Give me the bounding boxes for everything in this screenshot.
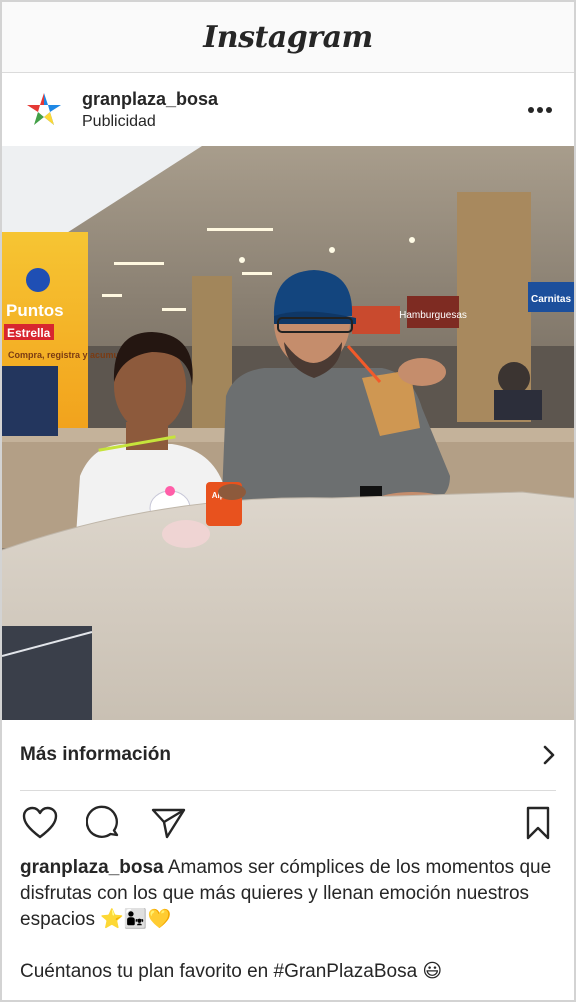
more-horizontal-icon — [528, 106, 552, 113]
heart-icon — [22, 806, 58, 839]
app-header: Instagram — [2, 2, 574, 73]
post-username[interactable]: granplaza_bosa — [82, 87, 524, 111]
cta-label: Más información — [20, 744, 171, 765]
star-logo-icon — [27, 92, 61, 125]
comment-button[interactable] — [84, 803, 124, 843]
sign-title: Puntos — [6, 301, 64, 320]
comment-icon — [86, 805, 119, 838]
sign-subtitle: Estrella — [7, 326, 51, 340]
bookmark-icon — [526, 806, 550, 840]
more-options-button[interactable] — [524, 94, 556, 126]
caption-username[interactable]: granplaza_bosa — [20, 857, 164, 878]
caption-paragraph-2: Cuéntanos tu plan favorito en #GranPlaza… — [20, 961, 443, 982]
post-user-meta: granplaza_bosa Publicidad — [82, 87, 524, 133]
paper-plane-icon — [151, 808, 186, 839]
post-actions — [2, 791, 574, 855]
like-button[interactable] — [20, 803, 60, 843]
post-photo[interactable]: Hamburguesas Carnitas Puntos Estrella Co… — [2, 146, 574, 720]
caption-paragraph-1: granplaza_bosa Amamos ser cómplices de l… — [20, 855, 556, 933]
chevron-right-icon — [543, 745, 555, 765]
store-sign-1: Hamburguesas — [399, 310, 467, 321]
share-button[interactable] — [148, 803, 188, 843]
avatar[interactable] — [22, 87, 66, 132]
sign-body: Compra, registra y acumula — [8, 350, 128, 360]
sponsored-label: Publicidad — [82, 112, 156, 130]
save-button[interactable] — [518, 803, 558, 843]
store-sign-2: Carnitas — [531, 294, 571, 305]
instagram-logo[interactable]: Instagram — [203, 20, 373, 55]
post-caption: granplaza_bosa Amamos ser cómplices de l… — [2, 855, 574, 985]
more-info-cta[interactable]: Más información — [20, 720, 556, 791]
post-header: granplaza_bosa Publicidad — [2, 73, 574, 146]
instagram-post-frame: Instagram granplaza_bosa Publicidad Hamb… — [0, 0, 576, 1002]
photo-illustration: Hamburguesas Carnitas Puntos Estrella Co… — [2, 146, 574, 720]
